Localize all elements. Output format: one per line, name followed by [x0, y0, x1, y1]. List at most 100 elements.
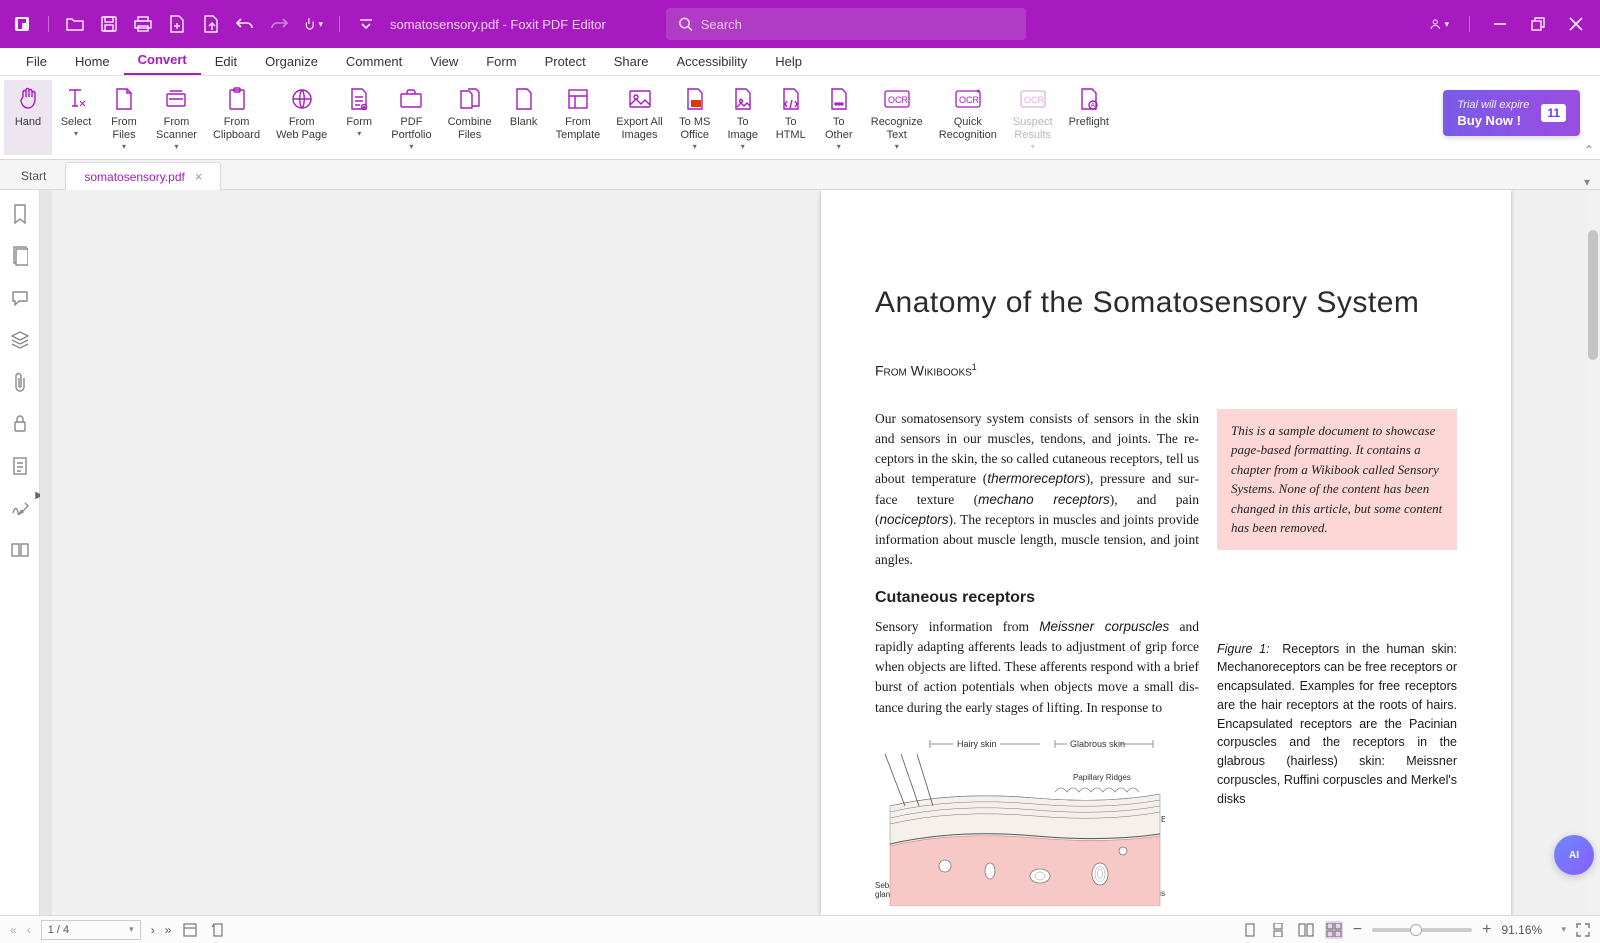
from-template-button[interactable]: From Template [548, 80, 609, 155]
to-image-button[interactable]: To Image▾ [719, 80, 767, 155]
doc-source: From Wikibooks1 [875, 362, 1457, 379]
subheading: Cutaneous receptors [875, 589, 1199, 607]
svg-text:Glabrous skin: Glabrous skin [1070, 739, 1125, 749]
blank-button[interactable]: Blank [500, 80, 548, 155]
first-page-icon[interactable]: « [10, 923, 17, 937]
print-icon[interactable] [133, 14, 153, 34]
bookmarks-icon[interactable] [10, 204, 30, 224]
touch-mode-icon[interactable]: ▾ [303, 14, 323, 34]
continuous-icon[interactable] [1269, 921, 1287, 939]
start-tab[interactable]: Start [2, 161, 65, 189]
close-icon[interactable] [1566, 14, 1586, 34]
fullscreen-icon[interactable] [1576, 923, 1590, 937]
tab-form[interactable]: Form [472, 50, 530, 75]
tab-edit[interactable]: Edit [201, 50, 251, 75]
zoom-in-icon[interactable]: + [1482, 921, 1491, 939]
export-page-icon[interactable] [201, 14, 221, 34]
tab-home[interactable]: Home [61, 50, 124, 75]
zoom-out-icon[interactable]: − [1353, 921, 1362, 939]
compare-icon[interactable] [10, 540, 30, 560]
search-input[interactable] [701, 17, 1014, 32]
tab-share[interactable]: Share [600, 50, 663, 75]
user-icon[interactable]: ▾ [1429, 14, 1449, 34]
attachments-icon[interactable] [10, 372, 30, 392]
figure-caption: Figure 1: Receptors in the human skin: M… [1217, 640, 1457, 809]
from-files-button[interactable]: From Files▾ [100, 80, 148, 155]
suspect-results-button: OCRSuspect Results▾ [1005, 80, 1061, 155]
layers-icon[interactable] [10, 330, 30, 350]
form-button[interactable]: Form▾ [335, 80, 383, 155]
export-all-images-button[interactable]: Export All Images [608, 80, 670, 155]
tab-convert[interactable]: Convert [124, 48, 201, 75]
hand-button[interactable]: Hand [4, 80, 52, 155]
zoom-dropdown-icon[interactable]: ▾ [1561, 924, 1566, 935]
paragraph-1: Our somatosensory system consists of sen… [875, 409, 1199, 571]
paragraph-2: Sensory information from Meissner corpus… [875, 617, 1199, 718]
undo-icon[interactable] [235, 14, 255, 34]
combine-files-button[interactable]: Combine Files [440, 80, 500, 155]
zoom-knob[interactable] [1410, 924, 1422, 936]
pages-icon[interactable] [10, 246, 30, 266]
single-page-icon[interactable] [1241, 921, 1259, 939]
recognize-text-button[interactable]: OCRRecognize Text▾ [863, 80, 931, 155]
zoom-value[interactable]: 91.16% [1501, 923, 1551, 937]
comments-icon[interactable] [10, 288, 30, 308]
figure-skin: Hairy skin Glabrous skin Papillary Ridge… [875, 736, 1165, 906]
facing-icon[interactable] [1297, 921, 1315, 939]
page-area[interactable]: Anatomy of the Somatosensory System From… [52, 190, 1600, 915]
open-icon[interactable] [65, 14, 85, 34]
main-area: ▶ Anatomy of the Somatosensory System Fr… [0, 190, 1600, 915]
tab-view[interactable]: View [416, 50, 472, 75]
quick-recognition-button[interactable]: OCRQuick Recognition [931, 80, 1005, 155]
sample-note: This is a sample document to showcase pa… [1217, 409, 1457, 550]
zoom-slider[interactable] [1372, 928, 1472, 932]
from-web-page-button[interactable]: From Web Page [268, 80, 335, 155]
continuous-facing-icon[interactable] [1325, 921, 1343, 939]
redo-icon[interactable] [269, 14, 289, 34]
collapse-ribbon-icon[interactable]: ⌃ [1584, 143, 1594, 157]
vertical-scrollbar[interactable] [1586, 190, 1600, 915]
from-clipboard-button[interactable]: From Clipboard [205, 80, 268, 155]
rotate-icon[interactable] [209, 921, 227, 939]
add-page-icon[interactable] [167, 14, 187, 34]
preflight-button[interactable]: APreflight [1061, 80, 1117, 155]
document-tabs: Start somatosensory.pdf × ▾ [0, 160, 1600, 190]
to-other-button[interactable]: To Other▾ [815, 80, 863, 155]
to-html-button[interactable]: To HTML [767, 80, 815, 155]
to-ms-office-button[interactable]: To MS Office▾ [671, 80, 719, 155]
trial-badge[interactable]: Trial will expire Buy Now ! 11 [1443, 90, 1580, 136]
titlebar: ▾ somatosensory.pdf - Foxit PDF Editor ▾ [0, 0, 1600, 48]
security-icon[interactable] [10, 414, 30, 434]
tabs-expand-icon[interactable]: ▾ [1574, 175, 1600, 189]
from-scanner-button[interactable]: From Scanner▾ [148, 80, 205, 155]
customize-qat-icon[interactable] [356, 14, 376, 34]
ai-assistant-icon[interactable]: AI [1554, 835, 1594, 875]
select-button[interactable]: Select▾ [52, 80, 100, 155]
tab-accessibility[interactable]: Accessibility [662, 50, 761, 75]
tab-help[interactable]: Help [761, 50, 816, 75]
tab-comment[interactable]: Comment [332, 50, 416, 75]
ribbon-tabs: File Home Convert Edit Organize Comment … [0, 48, 1600, 76]
canvas-wrap: Anatomy of the Somatosensory System From… [40, 190, 1600, 915]
search-icon [678, 16, 693, 32]
page-number-input[interactable]: 1 / 4▾ [41, 920, 141, 940]
tab-protect[interactable]: Protect [531, 50, 600, 75]
app-logo-icon[interactable] [12, 14, 32, 34]
fields-icon[interactable] [10, 456, 30, 476]
tab-organize[interactable]: Organize [251, 50, 332, 75]
reflow-icon[interactable] [181, 921, 199, 939]
prev-page-icon[interactable]: ‹ [27, 923, 31, 937]
pdf-portfolio-button[interactable]: PDF Portfolio▾ [383, 80, 439, 155]
ribbon-content: Hand Select▾ From Files▾ From Scanner▾ F… [0, 76, 1600, 160]
document-tab-active[interactable]: somatosensory.pdf × [65, 162, 221, 190]
tab-file[interactable]: File [12, 50, 61, 75]
search-box[interactable] [666, 8, 1026, 40]
next-page-icon[interactable]: › [151, 923, 155, 937]
minimize-icon[interactable] [1490, 14, 1510, 34]
restore-icon[interactable] [1528, 14, 1548, 34]
close-tab-icon[interactable]: × [195, 169, 203, 184]
save-icon[interactable] [99, 14, 119, 34]
last-page-icon[interactable]: » [165, 923, 172, 937]
scrollbar-thumb[interactable] [1588, 230, 1598, 360]
signatures-icon[interactable] [10, 498, 30, 518]
